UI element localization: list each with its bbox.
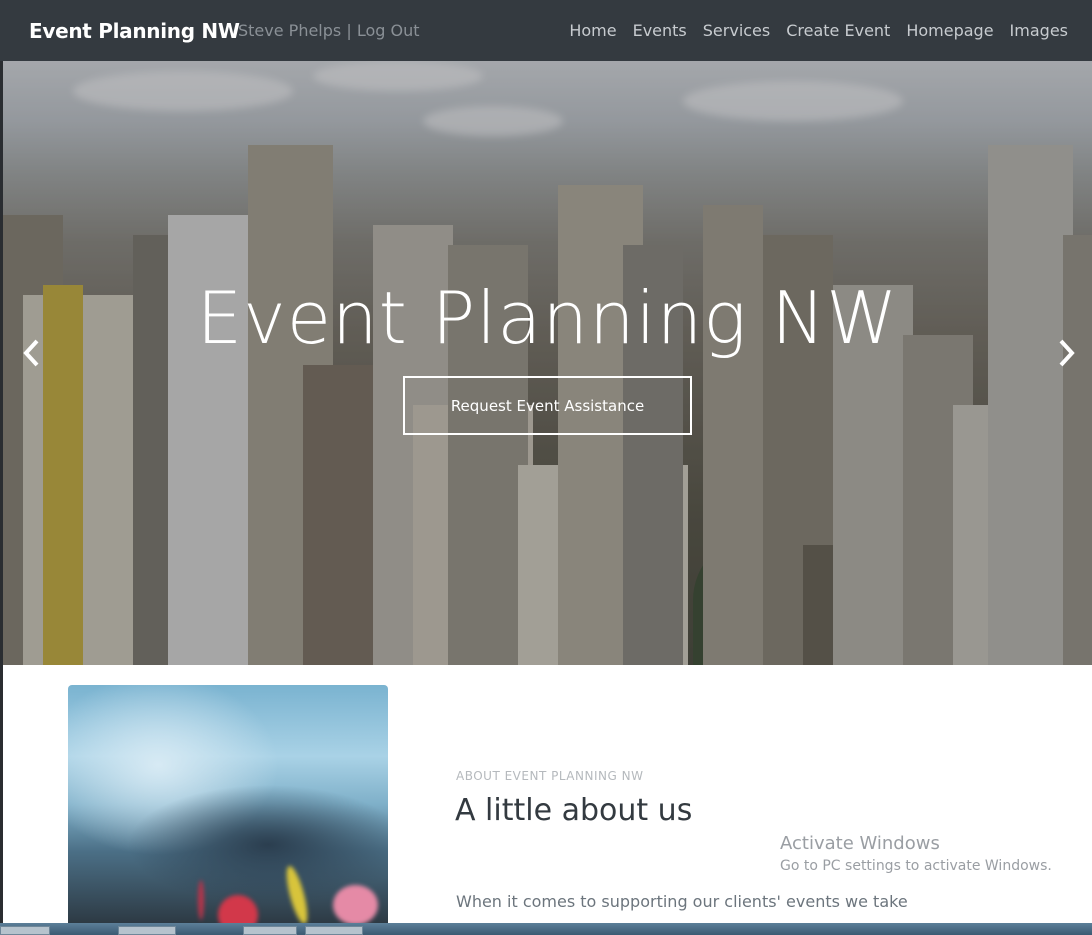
taskbar-item[interactable] bbox=[305, 926, 363, 935]
nav-services[interactable]: Services bbox=[703, 21, 770, 40]
about-kicker: ABOUT EVENT PLANNING NW bbox=[456, 769, 644, 783]
nav-events[interactable]: Events bbox=[633, 21, 687, 40]
flower-shape bbox=[218, 895, 258, 923]
request-assistance-button[interactable]: Request Event Assistance bbox=[403, 376, 692, 435]
user-separator: | bbox=[346, 21, 352, 40]
logout-link[interactable]: Log Out bbox=[357, 21, 420, 40]
taskbar-item[interactable] bbox=[118, 926, 176, 935]
nav-links: Home Events Services Create Event Homepa… bbox=[569, 21, 1068, 40]
hero-overlay bbox=[3, 61, 1092, 665]
nav-create-event[interactable]: Create Event bbox=[786, 21, 890, 40]
chevron-right-icon bbox=[1059, 339, 1075, 367]
taskbar-item[interactable] bbox=[0, 926, 50, 935]
user-area: Steve Phelps | Log Out bbox=[238, 21, 420, 40]
nav-homepage[interactable]: Homepage bbox=[906, 21, 993, 40]
chevron-left-icon bbox=[23, 339, 39, 367]
taskbar-item[interactable] bbox=[243, 926, 297, 935]
about-image bbox=[68, 685, 388, 923]
user-name: Steve Phelps bbox=[238, 21, 342, 40]
brand-link[interactable]: Event Planning NW bbox=[29, 19, 240, 43]
flower-shape bbox=[282, 864, 312, 923]
about-heading: A little about us bbox=[455, 793, 693, 828]
os-taskbar bbox=[0, 923, 1092, 935]
carousel-prev-button[interactable] bbox=[17, 333, 47, 373]
watermark-title: Activate Windows bbox=[780, 833, 940, 854]
nav-home[interactable]: Home bbox=[569, 21, 616, 40]
top-navbar: Event Planning NW Steve Phelps | Log Out… bbox=[0, 0, 1092, 61]
nav-images[interactable]: Images bbox=[1010, 21, 1068, 40]
activate-windows-watermark: Activate Windows Go to PC settings to ac… bbox=[780, 833, 1052, 874]
carousel-next-button[interactable] bbox=[1051, 333, 1081, 373]
flower-shape bbox=[333, 885, 378, 923]
flower-shape bbox=[198, 880, 204, 920]
hero-carousel: Event Planning NW Request Event Assistan… bbox=[3, 61, 1092, 665]
hero-title: Event Planning NW bbox=[196, 276, 899, 360]
watermark-subtitle: Go to PC settings to activate Windows. bbox=[780, 858, 1052, 874]
